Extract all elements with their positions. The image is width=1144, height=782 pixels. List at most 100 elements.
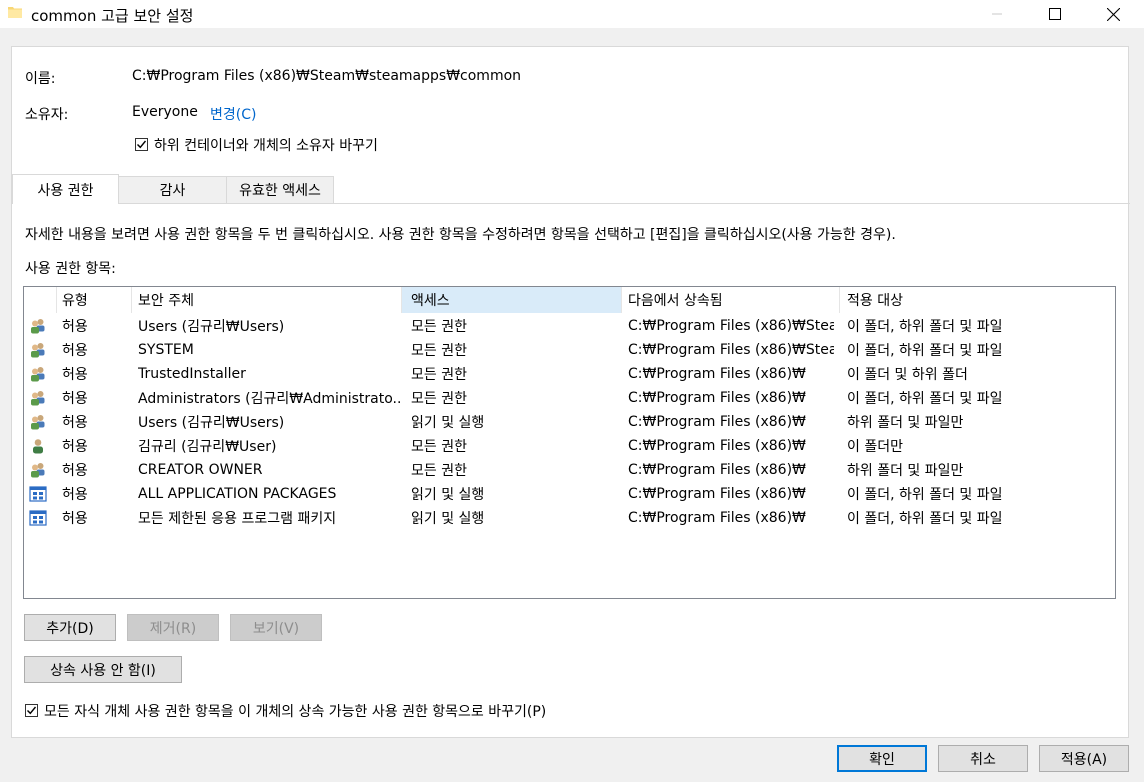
entry-access: 읽기 및 실행 (411, 487, 485, 503)
replace-owner-label: 하위 컨테이너와 개체의 소유자 바꾸기 (154, 138, 378, 154)
column-header-principal[interactable]: 보안 주체 (138, 287, 194, 313)
app-package-icon (29, 486, 47, 502)
name-value: C:₩Program Files (x86)₩Steam₩steamapps₩c… (132, 68, 522, 84)
entry-inherited-from: C:₩Program Files (x86)₩ (628, 390, 806, 406)
replace-child-permissions-label: 모든 자식 개체 사용 권한 항목을 이 개체의 상속 가능한 사용 권한 항목… (44, 704, 547, 720)
change-owner-link[interactable]: 변경(C) (210, 104, 256, 124)
entry-principal: 김규리 (김규리₩User) (138, 439, 277, 455)
header-divider[interactable] (131, 287, 132, 313)
entry-access: 모든 권한 (411, 463, 467, 479)
maximize-button[interactable] (1032, 0, 1078, 28)
view-button[interactable]: 보기(V) (230, 614, 322, 641)
entry-access: 모든 권한 (411, 391, 467, 407)
permission-entries-list[interactable]: 유형 보안 주체 액세스 다음에서 상속됨 적용 대상 허용 Users (김규리… (23, 286, 1116, 599)
entry-inherited-from: C:₩Program Files (x86)₩ (628, 414, 806, 430)
permission-entry-row[interactable]: 허용 CREATOR OWNER 모든 권한 C:₩Program Files (x8… (24, 458, 1115, 482)
entry-inherited-from: C:₩Program Files (x86)₩ (628, 510, 806, 526)
entry-principal: TrustedInstaller (138, 366, 246, 382)
entry-type: 허용 (62, 463, 88, 479)
entry-access: 모든 권한 (411, 343, 467, 359)
entry-inherited-from: C:₩Program Files (x86)₩ (628, 438, 806, 454)
entry-applies-to: 하위 폴더 및 파일만 (847, 415, 964, 431)
column-header-inherited-from[interactable]: 다음에서 상속됨 (628, 287, 723, 313)
name-label: 이름: (25, 71, 56, 87)
column-header-access[interactable]: 액세스 (411, 287, 450, 313)
header-divider[interactable] (401, 287, 402, 313)
entry-applies-to: 이 폴더, 하위 폴더 및 파일 (847, 511, 1003, 527)
replace-owner-checkbox[interactable] (135, 138, 148, 151)
minimize-icon (992, 13, 1002, 15)
entry-access: 모든 권한 (411, 367, 467, 383)
permission-entry-row[interactable]: 허용 ALL APPLICATION PACKAGES 읽기 및 실행 C:₩Prog… (24, 482, 1115, 506)
maximize-icon (1049, 8, 1061, 20)
entry-principal: 모든 제한된 응용 프로그램 패키지 (138, 511, 337, 527)
minimize-button[interactable] (974, 0, 1020, 28)
permission-entry-row[interactable]: 허용 모든 제한된 응용 프로그램 패키지 읽기 및 실행 C:₩Program Fi… (24, 506, 1115, 530)
entry-access: 모든 권한 (411, 319, 467, 335)
permission-entries-label: 사용 권한 항목: (25, 261, 116, 277)
entry-inherited-from: C:₩Program Files (x86)₩Stea... (628, 318, 834, 334)
entry-type: 허용 (62, 487, 88, 503)
users-group-icon (29, 390, 47, 406)
entry-applies-to: 이 폴더, 하위 폴더 및 파일 (847, 391, 1003, 407)
entry-principal: Administrators (김규리₩Administrato... (138, 391, 400, 407)
permission-entry-row[interactable]: 허용 Users (김규리₩Users) 모든 권한 C:₩Program Files… (24, 314, 1115, 338)
header-divider[interactable] (839, 287, 840, 313)
entry-inherited-from: C:₩Program Files (x86)₩Stea... (628, 342, 834, 358)
entry-principal: Users (김규리₩Users) (138, 415, 285, 431)
entry-type: 허용 (62, 439, 88, 455)
entry-type: 허용 (62, 415, 88, 431)
ok-button[interactable]: 확인 (837, 745, 927, 772)
entry-applies-to: 이 폴더, 하위 폴더 및 파일 (847, 487, 1003, 503)
users-group-icon (29, 414, 47, 430)
owner-label: 소유자: (25, 107, 69, 123)
apply-button[interactable]: 적용(A) (1039, 745, 1129, 772)
entry-principal: Users (김규리₩Users) (138, 319, 285, 335)
permission-entry-row[interactable]: 허용 Administrators (김규리₩Administrato... 모든 … (24, 386, 1115, 410)
disable-inheritance-button[interactable]: 상속 사용 안 함(I) (24, 656, 182, 683)
entry-inherited-from: C:₩Program Files (x86)₩ (628, 486, 806, 502)
users-group-icon (29, 318, 47, 334)
entry-inherited-from: C:₩Program Files (x86)₩ (628, 366, 806, 382)
window-title: common 고급 보안 설정 (31, 7, 194, 25)
owner-value: Everyone (132, 104, 198, 120)
permission-entry-row[interactable]: 허용 SYSTEM 모든 권한 C:₩Program Files (x86)₩Stea… (24, 338, 1115, 362)
remove-button[interactable]: 제거(R) (127, 614, 219, 641)
tab-auditing[interactable]: 감사 (118, 176, 227, 203)
single-user-icon (29, 438, 47, 454)
entry-principal: ALL APPLICATION PACKAGES (138, 486, 337, 502)
title-bar: common 고급 보안 설정 (0, 0, 1144, 28)
entry-applies-to: 이 폴더만 (847, 439, 903, 455)
checkmark-icon (137, 140, 147, 149)
header-divider[interactable] (56, 287, 57, 313)
close-button[interactable] (1090, 0, 1136, 28)
entry-type: 허용 (62, 391, 88, 407)
add-button[interactable]: 추가(D) (24, 614, 116, 641)
cancel-button[interactable]: 취소 (938, 745, 1028, 772)
entry-applies-to: 이 폴더, 하위 폴더 및 파일 (847, 343, 1003, 359)
column-header-applies-to[interactable]: 적용 대상 (847, 287, 903, 313)
tab-permissions[interactable]: 사용 권한 (12, 174, 119, 204)
checkmark-icon (27, 706, 37, 715)
entry-type: 허용 (62, 367, 88, 383)
permission-entry-row[interactable]: 허용 Users (김규리₩Users) 읽기 및 실행 C:₩Program Fil… (24, 410, 1115, 434)
entry-principal: CREATOR OWNER (138, 462, 263, 478)
users-group-icon (29, 462, 47, 478)
app-package-icon (29, 510, 47, 526)
entry-access: 모든 권한 (411, 439, 467, 455)
close-icon (1106, 7, 1120, 21)
users-group-icon (29, 342, 47, 358)
tab-effective-access[interactable]: 유효한 액세스 (226, 176, 334, 203)
entry-type: 허용 (62, 319, 88, 335)
permission-entry-row[interactable]: 허용 김규리 (김규리₩User) 모든 권한 C:₩Program Files (x… (24, 434, 1115, 458)
entry-applies-to: 하위 폴더 및 파일만 (847, 463, 964, 479)
replace-child-permissions-checkbox[interactable] (25, 704, 38, 717)
folder-icon (8, 7, 22, 18)
column-header-type[interactable]: 유형 (62, 287, 88, 313)
entry-type: 허용 (62, 511, 88, 527)
instructions-text: 자세한 내용을 보려면 사용 권한 항목을 두 번 클릭하십시오. 사용 권한 … (25, 227, 896, 243)
permission-entry-row[interactable]: 허용 TrustedInstaller 모든 권한 C:₩Program Files … (24, 362, 1115, 386)
entry-access: 읽기 및 실행 (411, 415, 485, 431)
users-group-icon (29, 366, 47, 382)
header-divider[interactable] (621, 287, 622, 313)
